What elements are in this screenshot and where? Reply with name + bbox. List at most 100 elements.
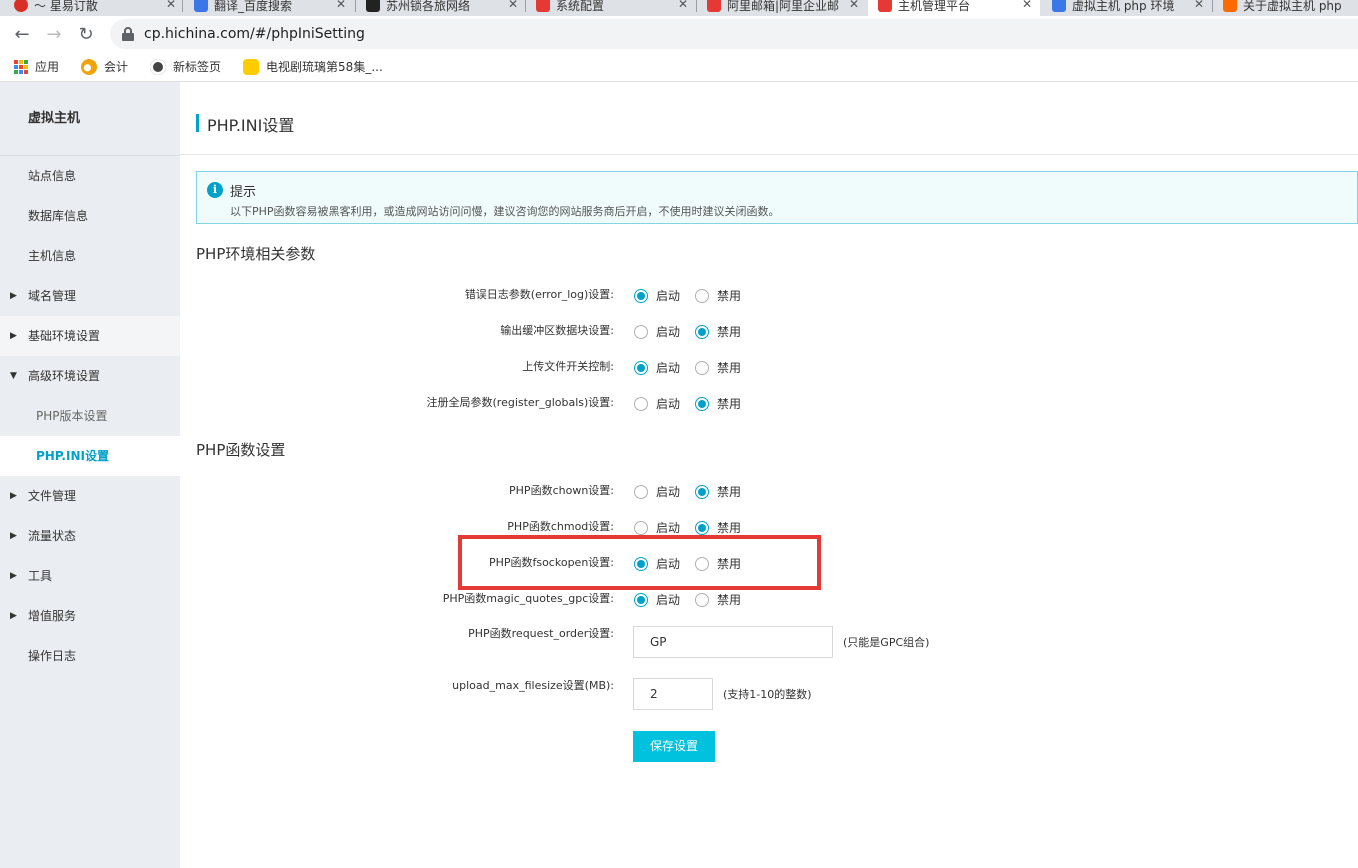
sidebar-item-file-management[interactable]: ▶ 文件管理 — [0, 476, 180, 516]
bookmark-apps[interactable]: 应用 — [14, 58, 59, 75]
radio-checked-icon[interactable] — [634, 360, 648, 375]
csdn-favicon-icon — [1223, 0, 1237, 12]
radio-unchecked-icon[interactable] — [634, 396, 648, 411]
browser-tab-4[interactable]: 系统配置 ✕ — [526, 0, 696, 16]
sidebar-item-operation-log[interactable]: 操作日志 — [0, 636, 180, 676]
radio-label: 禁用 — [717, 361, 742, 375]
back-arrow-icon[interactable]: ← — [10, 22, 34, 46]
setting-row-fsockopen: PHP函数fsockopen设置: 启动 禁用 — [180, 553, 1358, 573]
setting-row-file-uploads: 上传文件开关控制: 启动 禁用 — [180, 357, 1358, 377]
sidebar-item-php-ini[interactable]: PHP.INI设置 — [0, 436, 180, 476]
tab-divider — [182, 0, 183, 12]
reload-icon[interactable]: ↻ — [74, 22, 98, 46]
radio-enable[interactable]: 启动 — [634, 555, 680, 572]
request-order-input[interactable]: GP — [633, 626, 833, 658]
sidebar-item-database-info[interactable]: 数据库信息 — [0, 196, 180, 236]
forward-arrow-icon[interactable]: → — [42, 22, 66, 46]
browser-tab-3[interactable]: 苏州锁各旅网络 ✕ — [356, 0, 526, 16]
radio-checked-icon[interactable] — [634, 288, 648, 303]
sidebar-item-tools[interactable]: ▶ 工具 — [0, 556, 180, 596]
baidu-favicon-icon — [1052, 0, 1066, 12]
browser-tab-7[interactable]: 虚拟主机 php 环境 ✕ — [1042, 0, 1212, 16]
tab-label: 关于虚拟主机 php — [1243, 0, 1342, 13]
radio-enable[interactable]: 启动 — [634, 591, 680, 608]
close-icon[interactable]: ✕ — [166, 0, 176, 11]
upload-max-hint: (支持1-10的整数) — [723, 688, 812, 701]
radio-unchecked-icon[interactable] — [634, 520, 648, 535]
radio-label: 启动 — [656, 485, 681, 499]
browser-toolbar: ← → ↻ cp.hichina.com/#/phpIniSetting — [0, 16, 1358, 52]
radio-disable[interactable]: 禁用 — [695, 591, 741, 608]
bookmark-tv-series[interactable]: 电视剧琉璃第58集_... — [243, 58, 383, 75]
radio-checked-icon[interactable] — [695, 484, 709, 499]
sidebar-item-label: 主机信息 — [28, 249, 77, 263]
radio-enable[interactable]: 启动 — [634, 287, 680, 304]
radio-enable[interactable]: 启动 — [634, 359, 680, 376]
radio-checked-icon[interactable] — [695, 520, 709, 535]
browser-tab-2[interactable]: 翻译_百度搜索 ✕ — [184, 0, 354, 16]
radio-disable[interactable]: 禁用 — [695, 483, 741, 500]
close-icon[interactable]: ✕ — [508, 0, 518, 11]
setting-label: 注册全局参数(register_globals)设置: — [426, 396, 615, 409]
sidebar-item-basic-env[interactable]: ▶ 基础环境设置 — [0, 316, 180, 356]
sidebar-item-php-version[interactable]: PHP版本设置 — [0, 396, 180, 436]
caret-right-icon: ▶ — [10, 291, 17, 301]
sidebar-title: 虚拟主机 — [0, 82, 180, 156]
bookmark-accounting[interactable]: 会计 — [81, 58, 128, 75]
radio-enable[interactable]: 启动 — [634, 483, 680, 500]
radio-enable[interactable]: 启动 — [634, 395, 680, 412]
radio-disable[interactable]: 禁用 — [695, 287, 741, 304]
main-content: PHP.INI设置 i 提示 以下PHP函数容易被黑客利用，或造成网站访问问慢，… — [180, 82, 1358, 868]
setting-row-output-buffer: 输出缓冲区数据块设置: 启动 禁用 — [180, 321, 1358, 341]
setting-row-register-globals: 注册全局参数(register_globals)设置: 启动 禁用 — [180, 393, 1358, 413]
radio-enable[interactable]: 启动 — [634, 519, 680, 536]
browser-tab-5[interactable]: 阿里邮箱|阿里企业邮 ✕ — [697, 0, 867, 16]
notice-title: 提示 — [230, 185, 257, 200]
close-icon[interactable]: ✕ — [678, 0, 688, 11]
save-settings-button[interactable]: 保存设置 — [633, 731, 715, 762]
address-bar[interactable]: cp.hichina.com/#/phpIniSetting — [110, 19, 1358, 49]
apps-grid-icon — [14, 59, 28, 74]
notice-text: 以下PHP函数容易被黑客利用，或造成网站访问问慢，建议咨询您的网站服务商后开启，… — [230, 205, 780, 218]
radio-checked-icon[interactable] — [695, 324, 709, 339]
close-icon[interactable]: ✕ — [336, 0, 346, 11]
radio-unchecked-icon[interactable] — [695, 556, 709, 571]
browser-tab-1[interactable]: ～ 星易订散 ✕ — [4, 0, 184, 16]
sidebar-item-value-added[interactable]: ▶ 增值服务 — [0, 596, 180, 636]
upload-max-input[interactable]: 2 — [633, 678, 713, 710]
browser-tab-6-active[interactable]: 主机管理平台 ✕ — [868, 0, 1040, 16]
sidebar-item-domain-management[interactable]: ▶ 域名管理 — [0, 276, 180, 316]
browser-tab-8[interactable]: 关于虚拟主机 php — [1213, 0, 1358, 16]
sidebar-item-label: 基础环境设置 — [28, 329, 101, 343]
radio-unchecked-icon[interactable] — [634, 324, 648, 339]
radio-checked-icon[interactable] — [634, 592, 648, 607]
close-icon[interactable]: ✕ — [1194, 0, 1204, 11]
radio-unchecked-icon[interactable] — [695, 592, 709, 607]
radio-disable[interactable]: 禁用 — [695, 555, 741, 572]
sidebar-item-label: 操作日志 — [28, 649, 77, 663]
close-icon[interactable]: ✕ — [1022, 0, 1032, 11]
radio-unchecked-icon[interactable] — [695, 360, 709, 375]
radio-disable[interactable]: 禁用 — [695, 519, 741, 536]
radio-label: 启动 — [656, 557, 681, 571]
sidebar-item-host-info[interactable]: 主机信息 — [0, 236, 180, 276]
radio-disable[interactable]: 禁用 — [695, 323, 741, 340]
radio-checked-icon[interactable] — [634, 556, 648, 571]
bookmark-new-tab[interactable]: 新标签页 — [150, 58, 221, 75]
radio-disable[interactable]: 禁用 — [695, 359, 741, 376]
sidebar-item-traffic-status[interactable]: ▶ 流量状态 — [0, 516, 180, 556]
radio-disable[interactable]: 禁用 — [695, 395, 741, 412]
radio-unchecked-icon[interactable] — [634, 484, 648, 499]
setting-label: 输出缓冲区数据块设置: — [500, 324, 614, 337]
radio-enable[interactable]: 启动 — [634, 323, 680, 340]
lock-icon — [122, 27, 134, 41]
tab-label: 虚拟主机 php 环境 — [1072, 0, 1175, 13]
sidebar-item-advanced-env[interactable]: ▼ 高级环境设置 — [0, 356, 180, 396]
radio-checked-icon[interactable] — [695, 396, 709, 411]
sidebar-item-site-info[interactable]: 站点信息 — [0, 156, 180, 196]
close-icon[interactable]: ✕ — [849, 0, 859, 11]
radio-unchecked-icon[interactable] — [695, 288, 709, 303]
radio-label: 禁用 — [717, 557, 742, 571]
sidebar-item-label: PHP版本设置 — [36, 409, 108, 423]
info-icon: i — [207, 182, 223, 198]
